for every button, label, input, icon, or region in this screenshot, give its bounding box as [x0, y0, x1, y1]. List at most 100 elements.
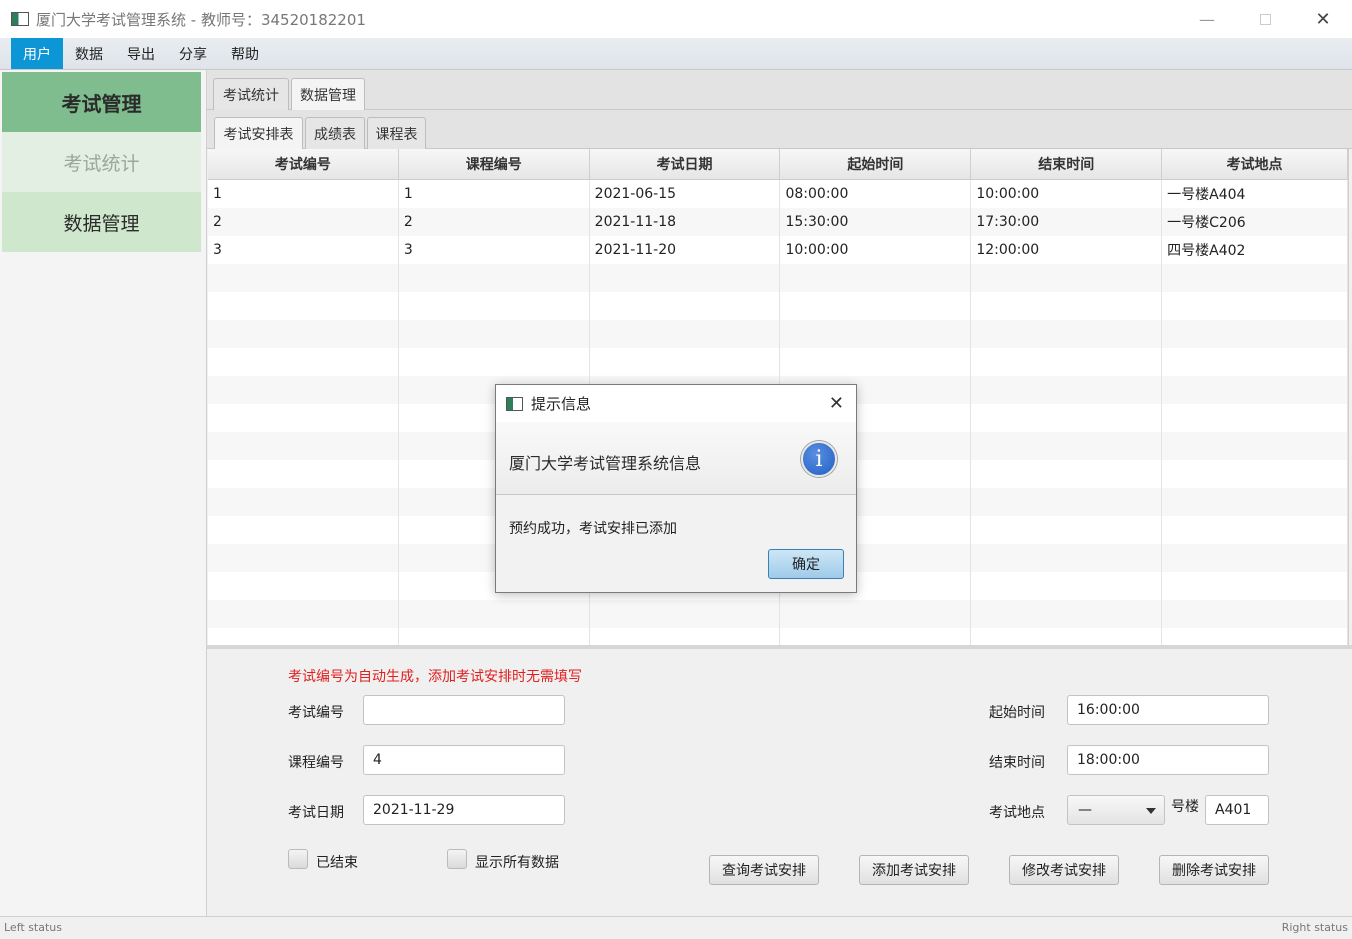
query-schedule-button[interactable]: 查询考试安排 — [709, 855, 819, 885]
window-titlebar: 厦门大学考试管理系统 - 教师号：34520182201 — ✕ — [0, 0, 1352, 38]
dialog-close-icon[interactable]: ✕ — [829, 393, 844, 414]
table-row[interactable]: 3 3 2021-11-20 10:00:00 12:00:00 四号楼A402 — [208, 236, 1348, 264]
dialog-titlebar: 提示信息 ✕ — [496, 385, 856, 422]
show-all-label: 显示所有数据 — [475, 855, 559, 871]
table-cell — [590, 600, 781, 628]
table-cell: 一号楼C206 — [1162, 208, 1348, 236]
table-cell — [208, 432, 399, 460]
table-cell — [590, 320, 781, 348]
delete-schedule-button[interactable]: 删除考试安排 — [1159, 855, 1269, 885]
start-time-input[interactable]: 16:00:00 — [1067, 695, 1269, 725]
sidebar-item-exam-stats[interactable]: 考试统计 — [2, 132, 201, 192]
table-cell — [971, 572, 1163, 600]
empty-table-row — [208, 292, 1348, 320]
form-hint: 考试编号为自动生成，添加考试安排时无需填写 — [288, 669, 582, 685]
empty-table-row — [208, 348, 1348, 376]
course-id-input[interactable]: 4 — [363, 745, 565, 775]
empty-table-row — [208, 628, 1348, 645]
table-cell — [971, 348, 1163, 376]
table-cell: 17:30:00 — [971, 208, 1163, 236]
table-cell — [780, 320, 972, 348]
sidebar-item-data-management[interactable]: 数据管理 — [2, 192, 201, 252]
exam-id-input[interactable] — [363, 695, 565, 725]
table-cell: 2021-11-20 — [590, 236, 781, 264]
building-select[interactable]: — — [1067, 795, 1165, 825]
tab-courses[interactable]: 课程表 — [367, 117, 426, 149]
sidebar-header: 考试管理 — [2, 72, 201, 132]
table-cell: 12:00:00 — [971, 236, 1163, 264]
modify-schedule-button[interactable]: 修改考试安排 — [1009, 855, 1119, 885]
table-cell — [780, 292, 972, 320]
menu-data[interactable]: 数据 — [63, 38, 115, 69]
table-cell — [971, 544, 1163, 572]
table-cell: 1 — [208, 180, 399, 208]
tab-exam-stats[interactable]: 考试统计 — [213, 78, 289, 110]
building-select-value: — — [1078, 802, 1092, 818]
table-cell — [399, 292, 590, 320]
menu-user[interactable]: 用户 — [11, 38, 63, 69]
start-time-label: 起始时间 — [989, 705, 1045, 721]
table-cell: 10:00:00 — [971, 180, 1163, 208]
column-header[interactable]: 结束时间 — [971, 149, 1163, 179]
status-bar: Left status Right status — [0, 916, 1352, 939]
table-cell — [590, 292, 781, 320]
menu-share[interactable]: 分享 — [167, 38, 219, 69]
table-cell — [971, 432, 1163, 460]
maximize-icon — [1259, 13, 1271, 25]
maximize-button[interactable] — [1236, 0, 1294, 38]
inner-tab-bar: 考试安排表 成绩表 课程表 — [207, 110, 1352, 149]
column-header[interactable]: 考试编号 — [208, 149, 399, 179]
end-time-input[interactable]: 18:00:00 — [1067, 745, 1269, 775]
table-cell — [1162, 544, 1348, 572]
tab-data-management[interactable]: 数据管理 — [291, 78, 365, 110]
table-cell — [399, 348, 590, 376]
table-row[interactable]: 1 1 2021-06-15 08:00:00 10:00:00 一号楼A404 — [208, 180, 1348, 208]
table-cell — [208, 292, 399, 320]
table-cell: 3 — [399, 236, 590, 264]
table-cell — [1162, 264, 1348, 292]
column-header[interactable]: 起始时间 — [780, 149, 972, 179]
menu-export[interactable]: 导出 — [115, 38, 167, 69]
menu-help[interactable]: 帮助 — [219, 38, 271, 69]
room-input[interactable]: A401 — [1205, 795, 1269, 825]
table-cell — [208, 516, 399, 544]
outer-tab-bar: 考试统计 数据管理 — [207, 70, 1352, 110]
minimize-button[interactable]: — — [1178, 0, 1236, 38]
table-cell — [208, 488, 399, 516]
add-schedule-button[interactable]: 添加考试安排 — [859, 855, 969, 885]
table-cell — [1162, 320, 1348, 348]
table-cell — [1162, 432, 1348, 460]
finished-checkbox[interactable] — [288, 849, 308, 869]
table-cell — [1162, 292, 1348, 320]
table-cell — [1162, 600, 1348, 628]
column-header[interactable]: 考试地点 — [1162, 149, 1348, 179]
show-all-checkbox[interactable] — [447, 849, 467, 869]
close-button[interactable]: ✕ — [1294, 0, 1352, 38]
tab-grades[interactable]: 成绩表 — [305, 117, 365, 149]
column-header[interactable]: 考试日期 — [590, 149, 781, 179]
table-row[interactable]: 2 2 2021-11-18 15:30:00 17:30:00 一号楼C206 — [208, 208, 1348, 236]
column-header[interactable]: 课程编号 — [399, 149, 590, 179]
table-cell — [971, 488, 1163, 516]
app-icon — [11, 12, 29, 26]
status-left: Left status — [4, 921, 62, 934]
table-cell — [399, 264, 590, 292]
table-cell — [780, 600, 972, 628]
table-cell — [1162, 348, 1348, 376]
end-time-label: 结束时间 — [989, 755, 1045, 771]
table-cell — [1162, 376, 1348, 404]
exam-date-label: 考试日期 — [288, 805, 344, 821]
table-cell — [399, 320, 590, 348]
tab-exam-schedule[interactable]: 考试安排表 — [214, 117, 303, 149]
exam-date-input[interactable]: 2021-11-29 — [363, 795, 565, 825]
table-cell: 2021-06-15 — [590, 180, 781, 208]
finished-label: 已结束 — [316, 855, 358, 871]
table-cell — [208, 264, 399, 292]
table-cell — [780, 628, 972, 645]
ok-button[interactable]: 确定 — [768, 549, 844, 579]
table-cell — [971, 376, 1163, 404]
table-cell — [208, 404, 399, 432]
empty-table-row — [208, 600, 1348, 628]
building-suffix-label: 号楼 — [1171, 799, 1199, 815]
table-cell — [971, 628, 1163, 645]
